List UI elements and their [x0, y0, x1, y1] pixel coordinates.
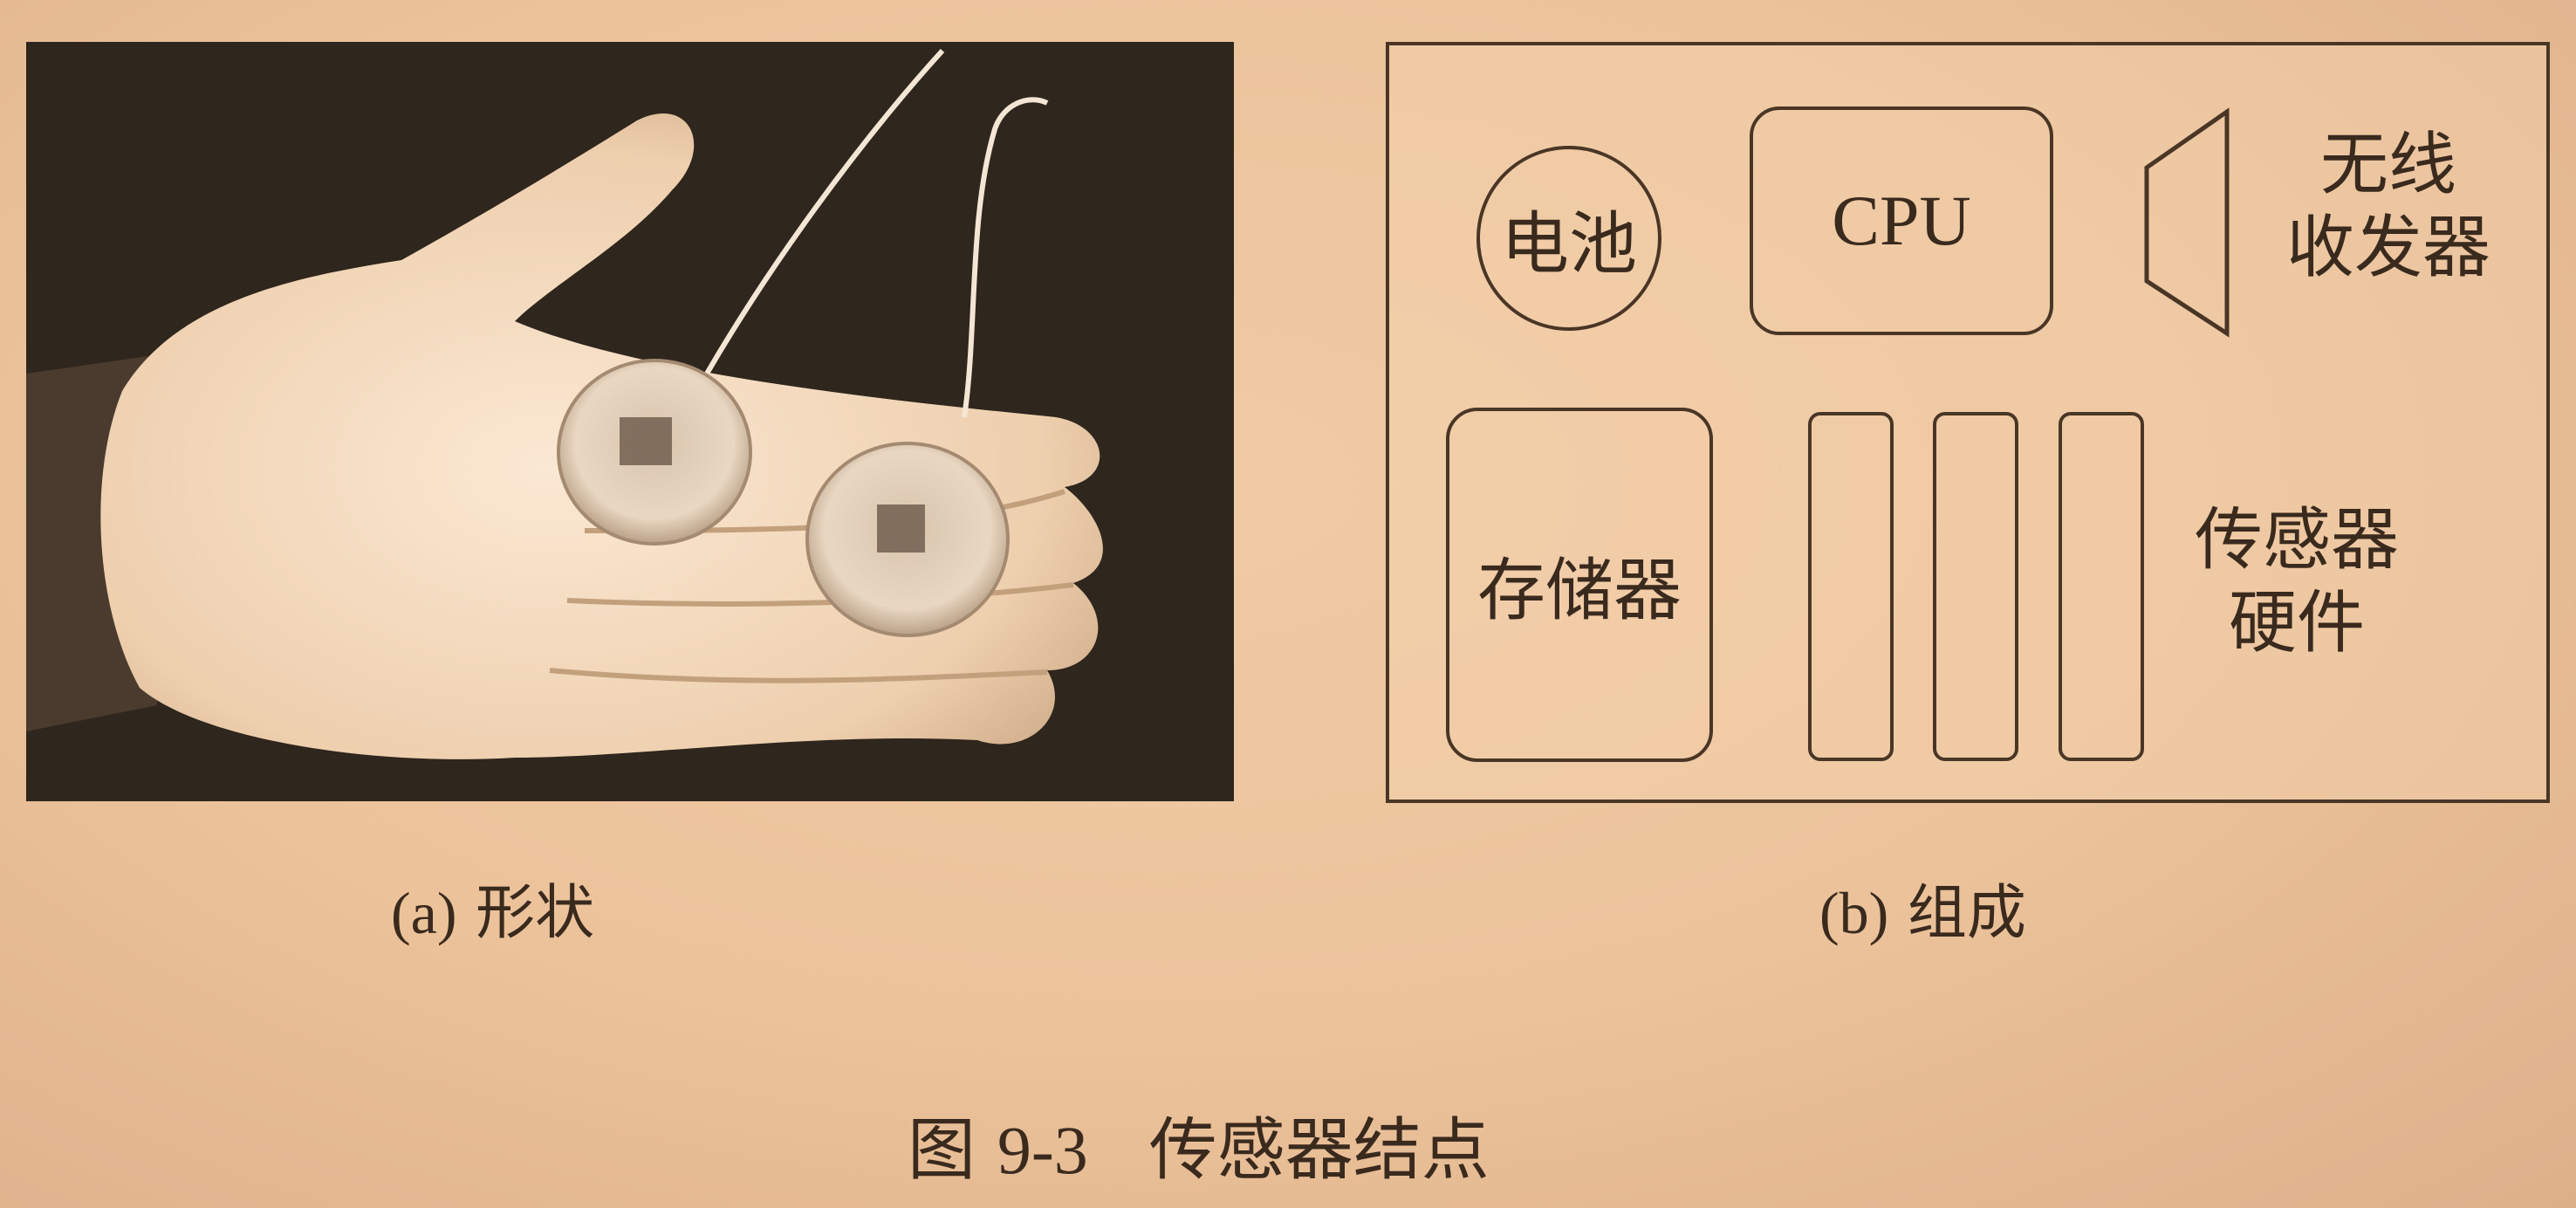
caption-a-label: (a): [391, 880, 457, 946]
sensor-hardware-bar: [1933, 412, 2018, 761]
figure-number: 9-3: [997, 1112, 1088, 1188]
sensor-label-line1: 传感器: [2194, 501, 2399, 580]
sensor-hardware-bar: [1808, 412, 1894, 761]
sensor-node-diagram: 电池 CPU 无线 收发器 存储器 传感器 硬件: [1386, 42, 2550, 803]
caption-a: (a) 形状: [391, 864, 594, 951]
radio-transceiver-label: 无线 收发器: [2249, 124, 2528, 290]
textbook-page: (a) 形状 电池 CPU 无线 收发器 存储器 传感器 硬件 (b) 组成 图…: [0, 0, 2576, 1208]
sensor-hardware-bar: [2059, 412, 2144, 761]
figure-title-text: 传感器结点: [1148, 1111, 1490, 1190]
battery-circle: 电池: [1476, 146, 1661, 331]
cpu-label: CPU: [1832, 181, 1971, 260]
radio-transceiver-icon: [2144, 107, 2230, 338]
sensor-node-photo: [26, 42, 1234, 801]
battery-label: 电池: [1500, 205, 1637, 284]
caption-b: (b) 组成: [1819, 864, 2026, 951]
sensor-hardware-label: 传感器 硬件: [2157, 499, 2436, 665]
caption-b-text: 组成: [1907, 879, 2026, 948]
memory-label: 存储器: [1476, 552, 1682, 630]
radio-label-line2: 收发器: [2285, 209, 2490, 288]
figure-title: 图 9-3 传感器结点: [908, 1095, 1490, 1193]
memory-box: 存储器: [1446, 408, 1713, 762]
caption-a-text: 形状: [476, 879, 595, 948]
figure-prefix: 图: [908, 1111, 976, 1190]
cpu-box: CPU: [1750, 106, 2053, 335]
sensor-label-line2: 硬件: [2228, 584, 2365, 663]
caption-b-label: (b): [1819, 880, 1889, 946]
radio-label-line1: 无线: [2319, 126, 2456, 204]
